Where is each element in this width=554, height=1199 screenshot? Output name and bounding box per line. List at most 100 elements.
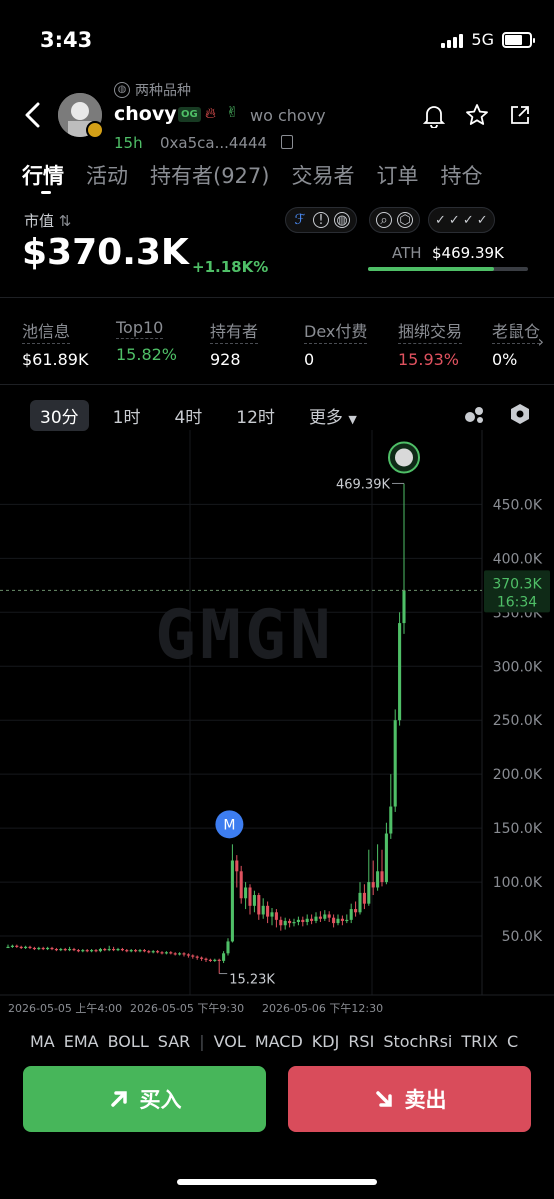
security-checks-group[interactable]: ✓ ✓ ✓ ✓ (428, 207, 495, 233)
stat-label: 池信息 (22, 318, 71, 344)
candle-body (327, 914, 331, 918)
candle-body (28, 946, 32, 949)
token-name: chovy (114, 103, 177, 125)
y-tick-label: 250.0K (493, 713, 543, 729)
y-tick-label: 150.0K (493, 821, 543, 837)
candle-body (226, 941, 230, 954)
indicator-ma[interactable]: MA (30, 1032, 55, 1051)
candle-body (160, 952, 164, 954)
bell-icon[interactable] (423, 104, 445, 128)
candle-body (230, 860, 234, 942)
y-tick-label: 100.0K (493, 875, 543, 891)
stat-holders[interactable]: 持有者 928 (210, 318, 304, 369)
y-tick-label: 50.0K (502, 929, 543, 945)
interval-1h[interactable]: 1时 (103, 400, 151, 431)
candle-body (76, 950, 80, 952)
candle-body (266, 905, 270, 917)
interval-30m[interactable]: 30分 (30, 400, 89, 431)
stat-dex-paid[interactable]: Dex付费 0 (304, 318, 398, 369)
indicator-vol[interactable]: VOL (214, 1032, 246, 1051)
search-tools-group: ⌕ ⬡ (369, 207, 420, 233)
website-icon[interactable]: ◍ (334, 212, 350, 228)
tab-orders[interactable]: 订单 (376, 160, 418, 190)
candle-body (32, 947, 36, 950)
search-icon[interactable]: ⌕ (376, 212, 392, 228)
stat-label: Top10 (116, 318, 164, 339)
buy-button[interactable]: 买入 (23, 1066, 266, 1132)
cube-icon[interactable]: ⬡ (397, 212, 413, 228)
candle-body (340, 918, 344, 921)
x-tick-label: 2026-05-06 下午12:30 (262, 1002, 383, 1015)
info-icon[interactable]: ! (313, 212, 329, 228)
stat-bundle[interactable]: 捆绑交易 15.93% (398, 318, 492, 369)
tab-market[interactable]: 行情 (22, 160, 64, 190)
bubbles-icon[interactable] (464, 404, 486, 424)
stat-value: 0 (304, 350, 315, 369)
feather-icon[interactable]: ℱ (292, 212, 308, 228)
interval-more[interactable]: 更多 ▼ (299, 400, 367, 431)
stat-value: 0% (492, 350, 518, 369)
candle-body (310, 918, 314, 921)
indicator-trix[interactable]: TRIX (461, 1032, 498, 1051)
candle-body (59, 948, 63, 951)
indicator-c[interactable]: C (507, 1032, 518, 1051)
check-icon: ✓ (435, 212, 446, 228)
stat-top10[interactable]: Top10 15.82% (116, 318, 210, 369)
star-icon[interactable] (465, 103, 489, 127)
interval-more-label: 更多 (308, 408, 343, 428)
candle-body (384, 833, 388, 883)
twitter-name[interactable]: wo chovy (250, 106, 326, 125)
chevron-right-icon[interactable]: › (538, 332, 544, 351)
candle-body (103, 948, 107, 951)
x-tick-label: 2026-05-05 上午4:00 (8, 1002, 122, 1015)
interval-12h[interactable]: 12时 (226, 400, 285, 431)
candle-body (358, 892, 362, 913)
candle-body (142, 950, 146, 952)
candle-body (125, 950, 129, 952)
indicator-ema[interactable]: EMA (64, 1032, 99, 1051)
indicator-kdj[interactable]: KDJ (312, 1032, 340, 1051)
contract-address[interactable]: 0xa5ca...4444 (160, 134, 267, 152)
y-tick-label: 400.0K (493, 551, 543, 567)
candle-body (116, 948, 120, 951)
tab-activity[interactable]: 活动 (86, 160, 128, 190)
settings-hex-icon[interactable] (509, 403, 531, 425)
stat-label: Dex付费 (304, 318, 368, 344)
tab-positions[interactable]: 持仓 (440, 160, 482, 190)
indicator-macd[interactable]: MACD (255, 1032, 303, 1051)
stat-rat[interactable]: 老鼠仓 0% (492, 318, 542, 369)
candle-body (10, 945, 14, 947)
copy-icon[interactable] (281, 135, 293, 149)
y-tick-label: 300.0K (493, 659, 543, 675)
candle-body (296, 919, 300, 923)
creator-avatar-face (395, 448, 413, 467)
candle-body (345, 919, 349, 922)
sell-button[interactable]: 卖出 (288, 1066, 531, 1132)
back-icon[interactable] (22, 100, 44, 130)
stat-pool[interactable]: 池信息 $61.89K (22, 318, 116, 369)
indicator-boll[interactable]: BOLL (108, 1032, 149, 1051)
market-cap-label[interactable]: 市值 ⇅ (24, 210, 71, 231)
tab-traders[interactable]: 交易者 (291, 160, 354, 190)
candle-body (72, 948, 76, 951)
indicator-stochrsi[interactable]: StochRsi (383, 1032, 452, 1051)
caret-down-icon: ▼ (348, 413, 357, 426)
indicator-sar[interactable]: SAR (158, 1032, 191, 1051)
current-price-label: 370.3K (492, 576, 542, 592)
share-icon[interactable] (509, 104, 531, 126)
tab-holders[interactable]: 持有者(927) (150, 160, 269, 190)
candle-body (151, 951, 155, 953)
indicator-rsi[interactable]: RSI (348, 1032, 374, 1051)
ath-value: $469.39K (432, 244, 504, 262)
candle-body (138, 950, 142, 952)
interval-selector: 30分 1时 4时 12时 更多 ▼ (30, 400, 381, 431)
main-tabs: 行情 活动 持有者(927) 交易者 订单 持仓 (22, 160, 482, 190)
candle-body (380, 871, 384, 883)
candle-body (68, 948, 72, 951)
divider (0, 384, 554, 385)
countdown-label: 16:34 (497, 594, 537, 610)
interval-4h[interactable]: 4时 (164, 400, 212, 431)
candle-body (81, 950, 85, 952)
chart-watermark: GMGN (155, 596, 335, 675)
price-chart[interactable]: GMGN450.0K400.0K350.0K300.0K250.0K200.0K… (0, 430, 554, 1025)
